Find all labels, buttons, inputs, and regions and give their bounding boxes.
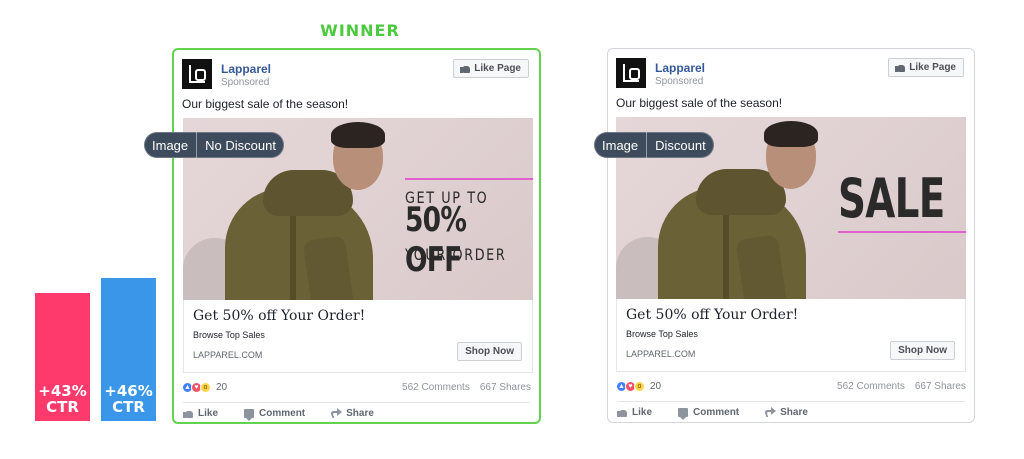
variant-type: Image [152, 137, 189, 153]
sponsored-label: Sponsored [221, 77, 270, 88]
like-button[interactable]: Like [617, 407, 652, 418]
brand-name-link[interactable]: Lapparel [655, 61, 705, 75]
ad-headline[interactable]: Get 50% off Your Order! [193, 308, 365, 324]
variant-type: Image [602, 137, 639, 153]
share-button[interactable]: Share [765, 407, 808, 418]
thumbs-up-icon [460, 64, 471, 73]
wow-reaction-icon: o [200, 382, 211, 393]
variant-pill-discount: Image Discount [594, 132, 714, 158]
comment-button[interactable]: Comment [678, 407, 740, 420]
ad-card-discount: Lapparel Sponsored Like Page Our biggest… [607, 48, 975, 423]
brand-name-link[interactable]: Lapparel [221, 62, 271, 76]
reactions-summary[interactable]: ▲ ♥ o 20 [182, 382, 227, 393]
share-icon [765, 407, 777, 417]
winner-label: WINNER [320, 21, 400, 40]
like-button[interactable]: Like [183, 408, 218, 419]
ctr-label: CTR [46, 398, 79, 416]
shares-count[interactable]: 667 Shares [480, 382, 531, 393]
ad-url: LAPPAREL.COM [193, 350, 263, 360]
accent-line [838, 231, 966, 233]
thumbs-up-icon [895, 63, 906, 72]
like-page-label: Like Page [474, 63, 521, 74]
engagement-stats: 562 Comments 667 Shares [837, 381, 966, 392]
share-label: Share [346, 408, 374, 419]
variant-name: Discount [655, 137, 706, 153]
post-text: Our biggest sale of the season! [182, 97, 349, 111]
creative-sale-text: SALE [838, 167, 945, 230]
comment-icon [678, 408, 689, 420]
creative-line-2: 50% OFF [405, 200, 467, 280]
comments-count[interactable]: 562 Comments [837, 381, 905, 392]
wow-reaction-icon: o [634, 381, 645, 392]
thumbs-up-icon [617, 408, 627, 417]
reactions-summary[interactable]: ▲ ♥ o 20 [616, 381, 661, 392]
comments-count[interactable]: 562 Comments [402, 382, 470, 393]
post-text: Our biggest sale of the season! [616, 96, 783, 110]
like-page-button[interactable]: Like Page [453, 59, 529, 78]
like-label: Like [632, 407, 653, 418]
ctr-value: +43% [38, 382, 87, 400]
ad-url: LAPPAREL.COM [626, 349, 696, 359]
reaction-count: 20 [216, 382, 228, 393]
variant-name: No Discount [205, 137, 276, 153]
shop-now-button[interactable]: Shop Now [890, 341, 955, 360]
shares-count[interactable]: 667 Shares [915, 381, 966, 392]
comment-label: Comment [259, 408, 306, 419]
comment-icon [244, 409, 255, 421]
share-label: Share [780, 407, 808, 418]
ctr-label: CTR [112, 398, 145, 416]
like-page-button[interactable]: Like Page [888, 58, 964, 77]
reaction-count: 20 [650, 381, 662, 392]
accent-line [405, 178, 533, 180]
like-label: Like [198, 408, 219, 419]
ad-headline[interactable]: Get 50% off Your Order! [626, 307, 798, 323]
share-icon [331, 408, 343, 418]
ad-description: Browse Top Sales [193, 330, 265, 340]
link-preview[interactable]: Get 50% off Your Order! Browse Top Sales… [183, 300, 533, 373]
shop-now-button[interactable]: Shop Now [457, 342, 522, 361]
brand-logo[interactable] [616, 58, 646, 88]
variant-pill-no-discount: Image No Discount [144, 132, 284, 158]
link-preview[interactable]: Get 50% off Your Order! Browse Top Sales… [616, 299, 966, 372]
action-bar: Like Comment Share [183, 402, 530, 424]
brand-logo[interactable] [182, 59, 212, 89]
thumbs-up-icon [183, 409, 193, 418]
engagement-stats: 562 Comments 667 Shares [402, 382, 531, 393]
ctr-value: +46% [104, 382, 153, 400]
like-page-label: Like Page [909, 62, 956, 73]
share-button[interactable]: Share [331, 408, 374, 419]
ad-card-no-discount: Lapparel Sponsored Like Page Our biggest… [172, 48, 541, 424]
ctr-bar-discount: +46% CTR [101, 278, 156, 421]
ctr-bar-no-discount: +43% CTR [35, 293, 90, 421]
creative-line-3: YOUR ORDER [405, 245, 507, 264]
sponsored-label: Sponsored [655, 76, 704, 87]
comment-button[interactable]: Comment [244, 408, 306, 421]
action-bar: Like Comment Share [617, 401, 965, 423]
ad-description: Browse Top Sales [626, 329, 698, 339]
comment-label: Comment [693, 407, 740, 418]
